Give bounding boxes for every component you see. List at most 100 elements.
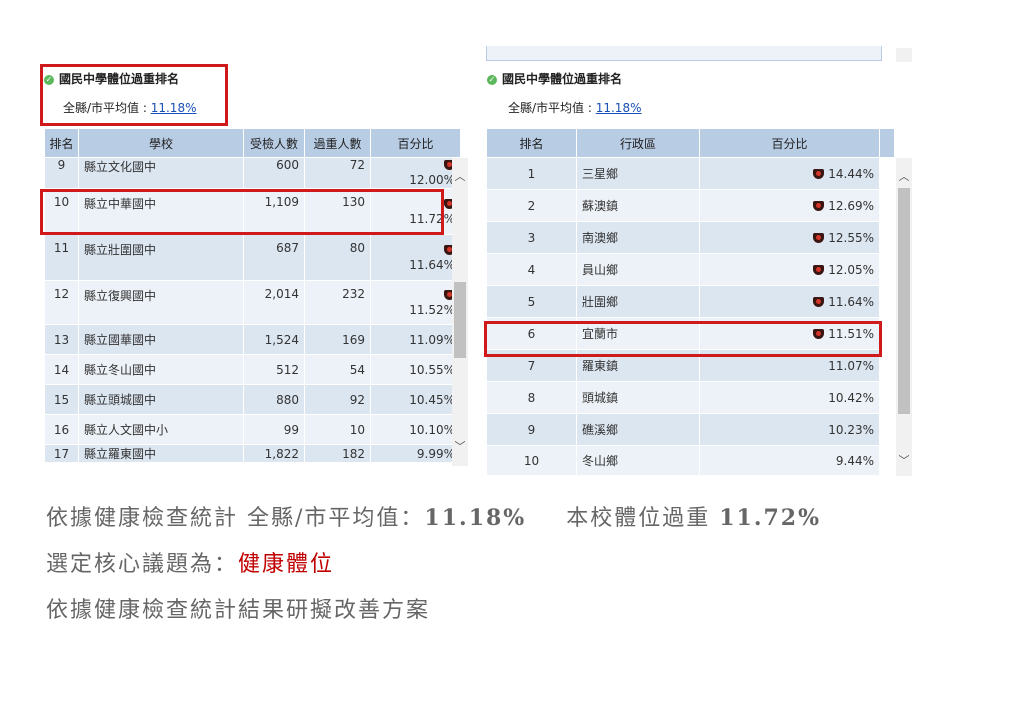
left-table-header: 排名 學校 受檢人數 過重人數 百分比 — [44, 128, 460, 158]
left-scrollbar[interactable]: ︿ ﹀ — [452, 158, 468, 466]
overweight-shield-icon — [813, 168, 825, 179]
cell-district: 南澳鄉 — [576, 221, 700, 254]
cell-district: 員山鄉 — [576, 253, 700, 286]
cell-percent: 10.10% — [370, 414, 460, 445]
cell-district: 三星鄉 — [576, 157, 700, 190]
right-district-table: 排名 行政區 百分比 1 三星鄉 14.44% 2 蘇澳鎮 12.69% 3 南澳鄉 12.55… — [486, 128, 895, 476]
table-row[interactable]: 2 蘇澳鎮 12.69% — [486, 189, 895, 222]
cell-name: 縣立文化國中 — [78, 157, 244, 189]
table-row[interactable]: 9 礁溪鄉 10.23% — [486, 413, 895, 446]
cell-percent: 9.44% — [699, 445, 880, 476]
caption-average-value: 11.18% — [424, 505, 527, 531]
cell-rank: 17 — [44, 444, 79, 463]
cell-rank: 5 — [486, 285, 577, 318]
percent-value: 10.45% — [409, 392, 455, 407]
row-spacer — [879, 285, 895, 318]
overweight-shield-icon — [813, 264, 825, 275]
cell-examined: 600 — [243, 157, 305, 189]
table-row[interactable]: 1 三星鄉 14.44% — [486, 157, 895, 190]
cell-percent: 10.55% — [370, 354, 460, 385]
caption-text-2a: 選定核心議題為： — [46, 552, 239, 577]
col-header-rank[interactable]: 排名 — [44, 128, 79, 158]
cell-examined: 2,014 — [243, 280, 305, 325]
table-row[interactable]: 16 縣立人文國中小 99 10 10.10% — [44, 414, 460, 445]
cell-percent: 11.52% — [370, 280, 460, 325]
cell-percent: 10.23% — [699, 413, 880, 446]
cell-percent: 12.00% — [370, 157, 460, 189]
highlight-box-average — [40, 64, 228, 126]
row-spacer — [879, 381, 895, 414]
right-panel-title: ✓ 國民中學體位過重排名 — [487, 70, 622, 87]
cell-examined: 880 — [243, 384, 305, 415]
cell-name: 縣立壯圍國中 — [78, 234, 244, 281]
cell-percent: 10.42% — [699, 381, 880, 414]
caption-text-1c: 本校體位過重 — [566, 506, 720, 531]
check-icon: ✓ — [487, 75, 497, 85]
cell-percent: 12.69% — [699, 189, 880, 222]
percent-value: 11.07% — [828, 358, 874, 373]
col-header-overweight[interactable]: 過重人數 — [304, 128, 371, 158]
cell-rank: 15 — [44, 384, 79, 415]
table-row[interactable]: 5 壯圍鄉 11.64% — [486, 285, 895, 318]
table-row[interactable]: 10 冬山鄉 9.44% — [486, 445, 895, 476]
percent-value: 10.42% — [828, 390, 874, 405]
previous-table-edge — [486, 46, 882, 61]
cell-district: 壯圍鄉 — [576, 285, 700, 318]
scroll-down-icon[interactable]: ﹀ — [452, 438, 468, 454]
overweight-shield-icon — [813, 296, 825, 307]
percent-value: 12.69% — [828, 198, 874, 213]
header-spacer — [879, 128, 895, 158]
cell-examined: 687 — [243, 234, 305, 281]
cell-overweight: 232 — [304, 280, 371, 325]
table-row[interactable]: 17 縣立羅東國中 1,822 182 9.99% — [44, 444, 460, 463]
scroll-down-icon[interactable]: ﹀ — [896, 452, 912, 468]
percent-value: 9.99% — [416, 446, 455, 461]
table-row[interactable]: 8 頭城鎮 10.42% — [486, 381, 895, 414]
table-row[interactable]: 12 縣立復興國中 2,014 232 11.52% — [44, 280, 460, 325]
cell-rank: 10 — [486, 445, 577, 476]
table-row[interactable]: 15 縣立頭城國中 880 92 10.45% — [44, 384, 460, 415]
cell-name: 縣立冬山國中 — [78, 354, 244, 385]
percent-value: 12.55% — [828, 230, 874, 245]
table-row[interactable]: 9 縣立文化國中 600 72 12.00% — [44, 157, 460, 189]
cell-percent: 11.09% — [370, 324, 460, 355]
col-header-school[interactable]: 學校 — [78, 128, 244, 158]
table-row[interactable]: 14 縣立冬山國中 512 54 10.55% — [44, 354, 460, 385]
right-scroll-thumb[interactable] — [898, 188, 910, 414]
caption-line-3: 依據健康檢查統計結果研擬改善方案 — [46, 592, 430, 624]
row-spacer — [879, 157, 895, 190]
cell-overweight: 92 — [304, 384, 371, 415]
left-table-viewport[interactable]: 排名 學校 受檢人數 過重人數 百分比 9 縣立文化國中 600 72 12.00% 10… — [44, 128, 460, 466]
table-row[interactable]: 3 南澳鄉 12.55% — [486, 221, 895, 254]
scroll-up-icon[interactable]: ︿ — [896, 168, 912, 184]
cell-percent: 12.05% — [699, 253, 880, 286]
cell-examined: 1,524 — [243, 324, 305, 355]
percent-value: 10.10% — [409, 422, 455, 437]
caption-core-issue: 健康體位 — [238, 552, 335, 577]
cell-name: 縣立羅東國中 — [78, 444, 244, 463]
cell-percent: 11.64% — [370, 234, 460, 281]
cell-examined: 512 — [243, 354, 305, 385]
percent-value: 12.05% — [828, 262, 874, 277]
left-scroll-thumb[interactable] — [454, 282, 466, 358]
table-row[interactable]: 13 縣立國華國中 1,524 169 11.09% — [44, 324, 460, 355]
caption-school-value: 11.72% — [719, 505, 822, 531]
table-row[interactable]: 11 縣立壯圍國中 687 80 11.64% — [44, 234, 460, 281]
col-header-percent[interactable]: 百分比 — [370, 128, 460, 158]
cell-rank: 11 — [44, 234, 79, 281]
col-header-rank[interactable]: 排名 — [486, 128, 577, 158]
cell-name: 縣立復興國中 — [78, 280, 244, 325]
left-school-table: 排名 學校 受檢人數 過重人數 百分比 9 縣立文化國中 600 72 12.00% 10… — [44, 128, 460, 463]
scroll-up-icon[interactable]: ︿ — [452, 168, 468, 184]
right-average-link[interactable]: 11.18% — [596, 101, 642, 115]
cell-percent: 14.44% — [699, 157, 880, 190]
right-scrollbar[interactable]: ︿ ﹀ — [896, 158, 912, 476]
cell-examined: 99 — [243, 414, 305, 445]
col-header-percent[interactable]: 百分比 — [699, 128, 880, 158]
col-header-examined[interactable]: 受檢人數 — [243, 128, 305, 158]
table-row[interactable]: 4 員山鄉 12.05% — [486, 253, 895, 286]
col-header-district[interactable]: 行政區 — [576, 128, 700, 158]
cell-district: 冬山鄉 — [576, 445, 700, 476]
right-average-label: 全縣/市平均值 : — [508, 101, 596, 115]
cell-overweight: 182 — [304, 444, 371, 463]
